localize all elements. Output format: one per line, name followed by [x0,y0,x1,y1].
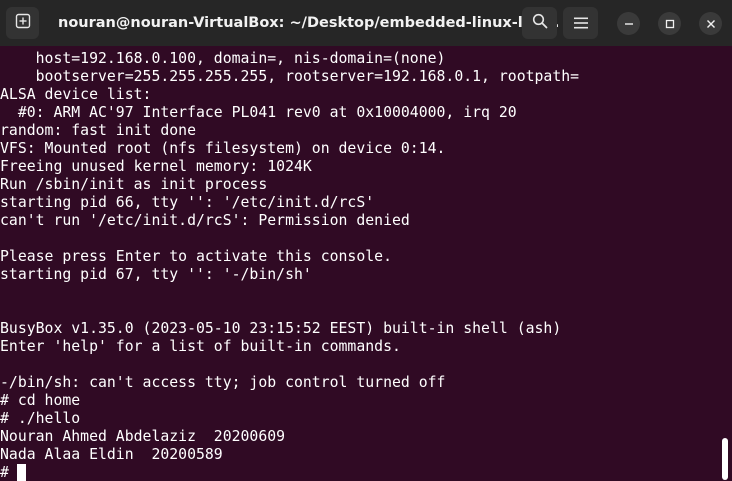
terminal-line: Nouran Ahmed Abdelaziz 20200609 [0,428,286,445]
close-icon [706,14,716,33]
menu-button[interactable] [563,7,598,39]
minimize-icon [624,14,634,33]
terminal-line: Enter 'help' for a list of built-in comm… [0,338,401,355]
terminal-line: random: fast init done [0,122,196,139]
close-button[interactable] [699,12,722,35]
title-bar: nouran@nouran-VirtualBox: ~/Desktop/embe… [0,0,732,46]
terminal-line: # ./hello [0,410,81,427]
terminal-line: BusyBox v1.35.0 (2023-05-10 23:15:52 EES… [0,320,562,337]
terminal-line: starting pid 67, tty '': '-/bin/sh' [0,266,312,283]
terminal-prompt: # [0,464,18,481]
window-title: nouran@nouran-VirtualBox: ~/Desktop/embe… [58,15,560,31]
terminal-line: Please press Enter to activate this cons… [0,248,392,265]
search-icon [532,13,548,33]
terminal-line: starting pid 66, tty '': '/etc/init.d/rc… [0,194,375,211]
terminal-line: Run /sbin/init as init process [0,176,268,193]
minimize-button[interactable] [617,12,640,35]
terminal-line: ALSA device list: [0,86,152,103]
terminal-line: #0: ARM AC'97 Interface PL041 rev0 at 0x… [0,104,517,121]
terminal-text: host=192.168.0.100, domain=, nis-domain=… [0,50,579,481]
terminal-output-area[interactable]: host=192.168.0.100, domain=, nis-domain=… [0,46,732,481]
terminal-line: Nada Alaa Eldin 20200589 [0,446,223,463]
maximize-icon [665,14,675,33]
text-cursor [17,464,26,481]
terminal-line: VFS: Mounted root (nfs filesystem) on de… [0,140,446,157]
maximize-button[interactable] [658,12,681,35]
terminal-line: can't run '/etc/init.d/rcS': Permission … [0,212,410,229]
terminal-line: Freeing unused kernel memory: 1024K [0,158,312,175]
new-tab-button[interactable] [6,7,39,39]
terminal-window: nouran@nouran-VirtualBox: ~/Desktop/embe… [0,0,732,481]
scrollbar-thumb[interactable] [722,438,728,480]
terminal-line: bootserver=255.255.255.255, rootserver=1… [0,68,580,85]
terminal-line: # cd home [0,392,81,409]
hamburger-menu-icon [573,14,588,33]
new-tab-icon [15,13,31,33]
terminal-line: host=192.168.0.100, domain=, nis-domain=… [0,50,446,67]
search-button[interactable] [522,7,557,39]
terminal-line: -/bin/sh: can't access tty; job control … [0,374,446,391]
